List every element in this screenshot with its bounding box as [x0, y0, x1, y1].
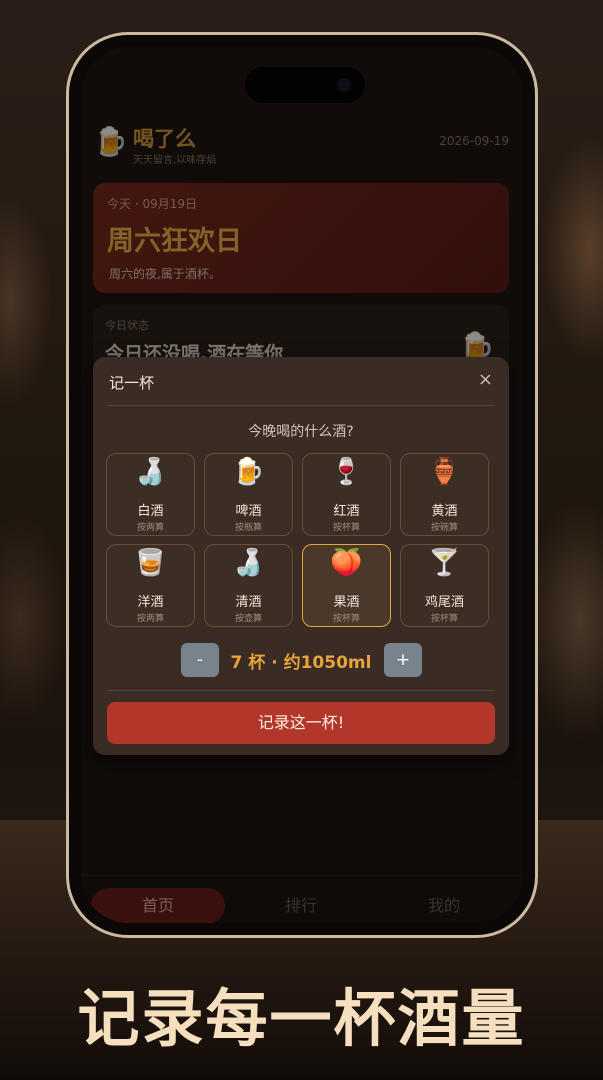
whisky-icon: 🥃	[134, 548, 167, 578]
drink-unit: 按两算	[136, 523, 164, 533]
phone-frame: 🍺 喝了么 天天留言,以味存焰 2026-09-19 今天 · 09月19日 周…	[66, 32, 538, 938]
submit-record-button[interactable]: 记录这一杯!	[107, 702, 495, 744]
drink-name: 白酒	[137, 504, 164, 519]
drink-option-cocktail[interactable]: 🍸 鸡尾酒 按杯算	[400, 544, 489, 627]
drink-unit: 按壶算	[234, 614, 262, 624]
sake-icon: 🍶	[232, 548, 265, 578]
divider	[107, 690, 495, 691]
drink-name: 鸡尾酒	[424, 595, 464, 610]
drink-name: 啤酒	[235, 504, 262, 519]
wine-glass-icon: 🍷	[330, 457, 363, 487]
drink-unit: 按瓶算	[234, 523, 262, 533]
increase-button[interactable]: +	[384, 643, 422, 677]
divider	[107, 405, 495, 406]
drink-name: 果酒	[333, 595, 360, 610]
cocktail-icon: 🍸	[428, 548, 461, 578]
drink-name: 洋酒	[137, 595, 164, 610]
beer-mug-icon: 🍺	[232, 457, 265, 487]
promo-caption: 记录每一杯酒量	[77, 982, 526, 1055]
drink-name: 清酒	[235, 595, 262, 610]
drink-option-huangjiu[interactable]: 🏺 黄酒 按碗算	[400, 453, 489, 536]
drink-option-baijiu[interactable]: 🍶 白酒 按两算	[106, 453, 195, 536]
drink-name: 黄酒	[431, 504, 458, 519]
close-icon[interactable]: ×	[478, 369, 493, 390]
drink-name: 红酒	[333, 504, 360, 519]
drink-option-fruit-wine[interactable]: 🍑 果酒 按杯算	[302, 544, 391, 627]
baijiu-bottle-icon: 🍶	[134, 457, 167, 487]
record-drink-modal: 记一杯 × 今晚喝的什么酒? 🍶 白酒 按两算 🍺 啤酒 按瓶算 🍷 红酒 按杯…	[93, 357, 509, 755]
drink-unit: 按碗算	[430, 523, 458, 533]
drink-unit: 按杯算	[332, 523, 360, 533]
drink-unit: 按杯算	[332, 614, 360, 624]
drink-unit: 按两算	[136, 614, 164, 624]
drink-option-whisky[interactable]: 🥃 洋酒 按两算	[106, 544, 195, 627]
phone-bezel: 🍺 喝了么 天天留言,以味存焰 2026-09-19 今天 · 09月19日 周…	[69, 35, 535, 935]
fruit-wine-icon: 🍑	[330, 548, 363, 578]
app-screen: 🍺 喝了么 天天留言,以味存焰 2026-09-19 今天 · 09月19日 周…	[81, 47, 523, 923]
modal-title: 记一杯	[109, 374, 155, 392]
drink-option-sake[interactable]: 🍶 清酒 按壶算	[204, 544, 293, 627]
drink-option-beer[interactable]: 🍺 啤酒 按瓶算	[204, 453, 293, 536]
drink-unit: 按杯算	[430, 614, 458, 624]
huangjiu-jar-icon: 🏺	[428, 457, 461, 487]
drink-option-red-wine[interactable]: 🍷 红酒 按杯算	[302, 453, 391, 536]
quantity-display: 7 杯 · 约1050ml	[230, 653, 372, 673]
drink-question: 今晚喝的什么酒?	[248, 424, 354, 440]
